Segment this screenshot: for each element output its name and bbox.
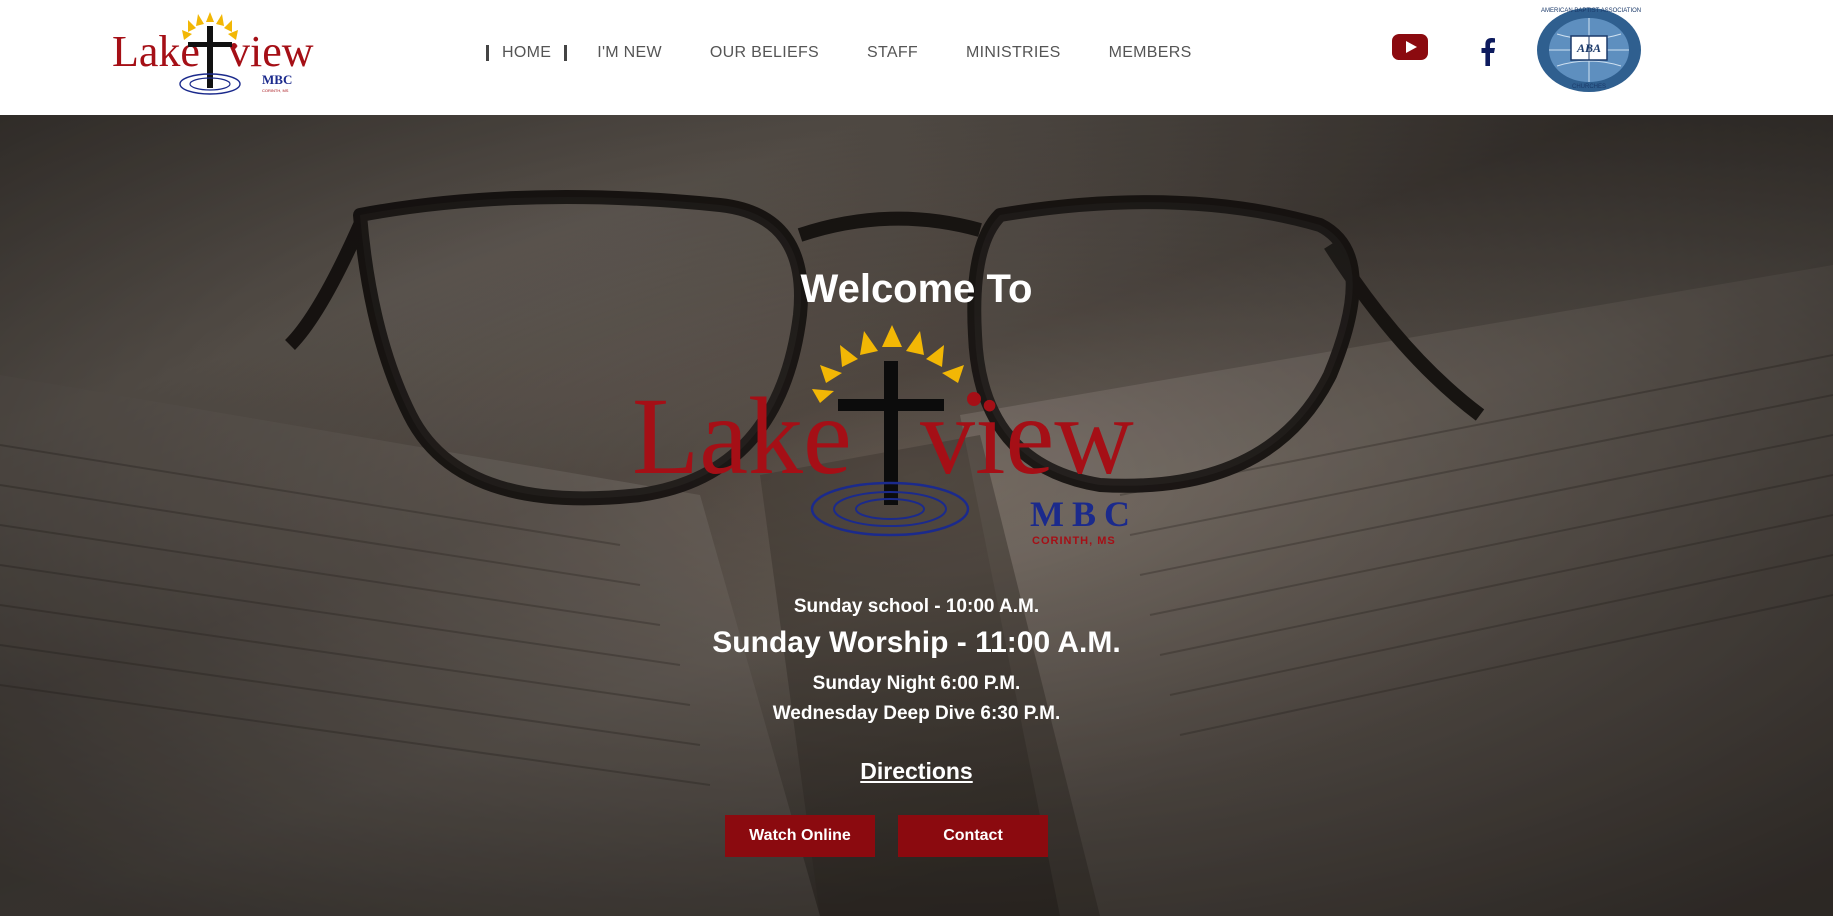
nav-item-home[interactable]: HOME (502, 44, 551, 62)
service-time-sunday-school: Sunday school - 10:00 A.M. (793, 596, 1040, 617)
nav-divider (564, 45, 568, 61)
directions-link[interactable]: Directions (860, 758, 972, 784)
nav-divider (486, 45, 489, 61)
laketview-logo-icon: Lake view MBC CORINTH, MS (112, 12, 314, 95)
youtube-icon[interactable] (1392, 34, 1428, 60)
svg-text:view: view (920, 375, 1134, 497)
main-nav: HOME I'M NEW OUR BELIEFS STAFF MINISTRIE… (486, 40, 1192, 66)
svg-text:view: view (228, 27, 314, 76)
svg-text:CORINTH, MS: CORINTH, MS (262, 88, 289, 93)
watch-online-button[interactable]: Watch Online (725, 815, 875, 857)
hero-section: Welcome To Lake view MBC CORINTH, MS Sun… (0, 115, 1833, 916)
directions-wrapper: Directions (0, 758, 1833, 785)
facebook-icon[interactable] (1480, 38, 1496, 66)
hero-logo-suffix: MBC (1030, 494, 1138, 534)
hero-logo: Lake view MBC CORINTH, MS (620, 325, 1150, 565)
svg-text:Lake: Lake (112, 27, 200, 76)
site-logo[interactable]: Lake view MBC CORINTH, MS (110, 6, 316, 102)
nav-item-our-beliefs[interactable]: OUR BELIEFS (710, 44, 819, 62)
aba-logo-top-text: AMERICAN BAPTIST ASSOCIATION (1541, 8, 1642, 14)
aba-logo[interactable]: AMERICAN BAPTIST ASSOCIATION ABA CHURCHE… (1533, 6, 1645, 94)
aba-logo-bottom-text: CHURCHES (1571, 84, 1606, 90)
site-header: Lake view MBC CORINTH, MS HOME I'M NEW O… (0, 0, 1833, 115)
hero-logo-location: CORINTH, MS (1032, 535, 1116, 547)
nav-item-ministries[interactable]: MINISTRIES (966, 44, 1061, 62)
service-time-wednesday: Wednesday Deep Dive 6:30 P.M. (772, 703, 1061, 724)
nav-item-staff[interactable]: STAFF (867, 44, 918, 62)
service-time-sunday-worship: Sunday Worship - 11:00 A.M. (712, 626, 1121, 659)
welcome-heading: Welcome To (800, 267, 1033, 311)
nav-item-im-new[interactable]: I'M NEW (597, 44, 662, 62)
nav-item-members[interactable]: MEMBERS (1109, 44, 1192, 62)
aba-logo-center-text: ABA (1576, 41, 1601, 55)
svg-text:Lake: Lake (632, 375, 852, 497)
service-time-sunday-night: Sunday Night 6:00 P.M. (812, 673, 1021, 694)
contact-button[interactable]: Contact (898, 815, 1048, 857)
svg-text:MBC: MBC (262, 72, 292, 87)
